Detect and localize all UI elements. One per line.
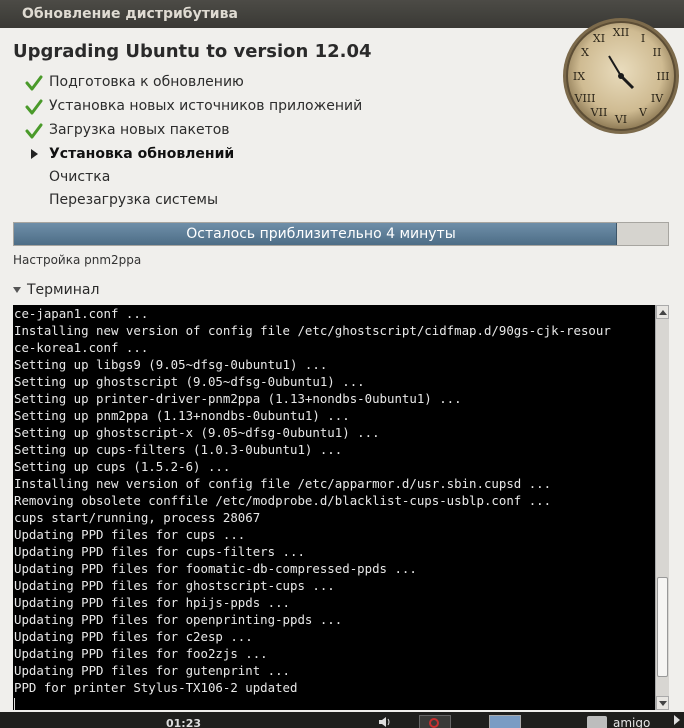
terminal-line: cups start/running, process 28067 [14, 510, 261, 525]
terminal-line: Setting up pnm2ppa (1.13+nondbs-0ubuntu1… [14, 408, 350, 423]
terminal-line: Setting up ghostscript-x (9.05~dfsg-0ubu… [14, 425, 380, 440]
chevron-down-icon [13, 287, 21, 293]
taskbar-clock[interactable]: 01:23 [166, 717, 201, 728]
progress-bar: Осталось приблизительно 4 минуты [13, 222, 669, 246]
progress-label: Осталось приблизительно 4 минуты [186, 226, 456, 242]
step-prepare: Подготовка к обновлению [49, 74, 244, 90]
page-heading: Upgrading Ubuntu to version 12.04 [13, 41, 372, 62]
svg-text:X: X [581, 46, 589, 59]
svg-text:VI: VI [614, 113, 627, 126]
svg-text:II: II [653, 46, 662, 59]
terminal-line [14, 696, 655, 710]
terminal-line: Setting up printer-driver-pnm2ppa (1.13+… [14, 391, 462, 406]
status-text: Настройка pnm2ppa [13, 253, 142, 267]
window-title: Обновление дистрибутива [22, 6, 238, 22]
user-icon [587, 716, 607, 728]
terminal-line: Setting up cups-filters (1.0.3-0ubuntu1)… [14, 442, 343, 457]
checkmark-icon [25, 75, 43, 91]
terminal-line: Updating PPD files for gutenprint ... [14, 663, 291, 678]
terminal-view[interactable]: ce-japan1.conf ... Installing new version… [13, 305, 655, 710]
terminal-line: Updating PPD files for foomatic-db-compr… [14, 561, 417, 576]
step-download: Загрузка новых пакетов [49, 122, 230, 138]
terminal-line: Installing new version of config file /e… [14, 323, 611, 338]
terminal-line: ce-korea1.conf ... [14, 340, 149, 355]
taskbar-user[interactable]: amigo [613, 716, 650, 728]
svg-text:I: I [641, 32, 645, 45]
scroll-up-button[interactable] [656, 305, 669, 319]
terminal-line: Setting up ghostscript (9.05~dfsg-0ubunt… [14, 374, 365, 389]
terminal-line: Updating PPD files for hpijs-ppds ... [14, 595, 291, 610]
terminal-line: Installing new version of config file /e… [14, 476, 552, 491]
terminal-line: Updating PPD files for openprinting-ppds… [14, 612, 343, 627]
terminal-line: Updating PPD files for ghostscript-cups … [14, 578, 335, 593]
taskbar-app-files[interactable] [489, 715, 521, 728]
scroll-thumb[interactable] [657, 576, 668, 677]
terminal-line: Updating PPD files for foo2zjs ... [14, 646, 268, 661]
step-cleanup: Очистка [49, 169, 111, 185]
terminal-line: Updating PPD files for cups ... [14, 527, 246, 542]
stop-icon [429, 718, 439, 728]
svg-text:IX: IX [573, 70, 585, 83]
step-install: Установка обновлений [49, 146, 235, 162]
svg-text:VIII: VIII [574, 92, 596, 105]
svg-text:V: V [638, 106, 648, 119]
terminal-expander[interactable]: Терминал [13, 282, 99, 298]
terminal-expander-label: Терминал [27, 282, 100, 298]
svg-text:IV: IV [651, 92, 664, 105]
terminal-line: ce-japan1.conf ... [14, 306, 149, 321]
clock-icon: XII III IIIIVV VIVIIVIII IXXXI [563, 18, 679, 134]
chevron-right-icon[interactable] [674, 715, 680, 725]
terminal-output: ce-japan1.conf ... Installing new version… [13, 305, 655, 710]
svg-text:XI: XI [593, 32, 605, 45]
step-restart: Перезагрузка системы [49, 192, 218, 208]
triangle-right-icon [31, 149, 38, 159]
svg-text:XII: XII [613, 26, 630, 39]
terminal-scrollbar[interactable] [655, 305, 669, 710]
svg-text:VII: VII [590, 106, 608, 119]
taskbar: 01:23 amigo [0, 712, 684, 728]
terminal-cursor [14, 698, 15, 710]
checkmark-icon [25, 99, 43, 115]
taskbar-app-updater[interactable] [419, 715, 451, 728]
terminal-line: Updating PPD files for c2esp ... [14, 629, 253, 644]
terminal-line: Setting up cups (1.5.2-6) ... [14, 459, 231, 474]
checkmark-icon [25, 123, 43, 139]
scroll-down-button[interactable] [656, 696, 669, 710]
speaker-icon[interactable] [378, 716, 392, 728]
step-sources: Установка новых источников приложений [49, 98, 363, 114]
terminal-line: Updating PPD files for cups-filters ... [14, 544, 305, 559]
terminal-line: Removing obsolete conffile /etc/modprobe… [14, 493, 552, 508]
terminal-line: PPD for printer Stylus-TX106-2 updated [14, 680, 298, 695]
svg-text:III: III [656, 70, 669, 83]
terminal-line: Setting up libgs9 (9.05~dfsg-0ubuntu1) .… [14, 357, 328, 372]
